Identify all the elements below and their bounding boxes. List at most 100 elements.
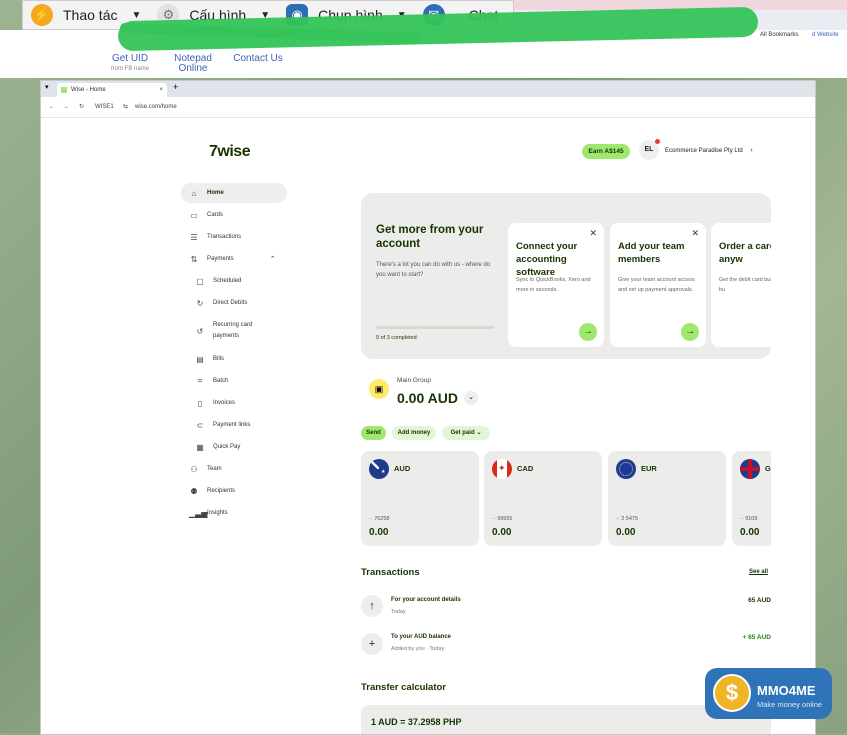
url-field[interactable]: wise.com/home [135, 97, 177, 117]
bookmark-website[interactable]: d Website [812, 32, 839, 38]
thao-tac-label: Thao tác [63, 7, 118, 23]
contact-us-link[interactable]: Contact Us [232, 54, 284, 64]
nav-payment-links[interactable]: ⊂ Payment links [181, 415, 287, 435]
browser-window: ▾ Wise - Home × + ← → ↻ WISE1 ⇆ wise.com… [40, 80, 816, 735]
nav-bills[interactable]: ▤ Bills [181, 349, 287, 369]
promo-card-team[interactable]: ✕ Add your team members Give your team a… [610, 223, 706, 347]
chart-icon: ▁▃▅ [189, 508, 208, 518]
wise-favicon-icon [61, 87, 67, 93]
notification-dot [655, 139, 660, 144]
currency-code: G [765, 464, 771, 473]
arrow-right-icon[interactable]: → [579, 323, 597, 341]
chevron-down-icon: ⌄ [476, 430, 482, 436]
earn-badge[interactable]: Earn A$145 [582, 144, 630, 159]
promo-text: There's a lot you can do with us - where… [376, 262, 491, 278]
company-label: Ecommerce Paradise Pty Ltd [665, 148, 743, 154]
transaction-sub: Added by you · Today [391, 646, 445, 652]
home-icon: ⌂ [191, 188, 197, 198]
dollar-coin-icon: $ [713, 674, 751, 712]
wallet-icon: ▣ [369, 379, 389, 399]
recipients-icon: ⚉ [190, 486, 198, 496]
nav-team[interactable]: ⚇ Team [181, 459, 287, 479]
group-name: Main Group [397, 377, 431, 384]
promo-card-title: Order a card spend anyw [719, 241, 771, 265]
add-money-button[interactable]: Add money [392, 426, 436, 440]
account-number: ·· 76258 [369, 516, 390, 522]
currency-card-gbp[interactable]: G ·· 9109 0.00 [732, 451, 771, 546]
australia-flag-icon: ★ [369, 459, 389, 479]
get-uid-sub: from FB name [110, 66, 149, 72]
card-icon: ▭ [190, 210, 198, 220]
eu-flag-icon [616, 459, 636, 479]
browser-tabbar: ▾ Wise - Home × + [41, 81, 815, 97]
currency-card-eur[interactable]: EUR ·· 2 5475 0.00 [608, 451, 726, 546]
nav-transactions[interactable]: ☰ Transactions [181, 227, 287, 247]
nav-direct-debits[interactable]: ↻ Direct Debits [181, 293, 287, 313]
nav-team-label: Team [207, 466, 222, 472]
close-icon[interactable]: ✕ [589, 228, 597, 239]
chevron-down-icon[interactable]: ⌄ [464, 391, 478, 405]
bill-icon: ▤ [196, 354, 204, 364]
nav-recipients[interactable]: ⚉ Recipients [181, 481, 287, 501]
get-uid-link[interactable]: Get UID from FB name [108, 54, 152, 74]
new-tab-icon[interactable]: + [173, 82, 178, 92]
nav-insights[interactable]: ▁▃▅ Insights [181, 503, 287, 523]
plus-icon: + [361, 633, 383, 655]
currency-card-aud[interactable]: ★ AUD ·· 76258 0.00 [361, 451, 479, 546]
account-number: ·· 2 5475 [616, 516, 639, 522]
see-all-link[interactable]: See all [749, 569, 768, 575]
reload-icon[interactable]: ↻ [79, 97, 84, 117]
nav-payment-links-label: Payment links [213, 422, 251, 428]
nav-quick-pay[interactable]: ▦ Quick Pay [181, 437, 287, 457]
currency-card-cad[interactable]: ✦ CAD ·· 99955 0.00 [484, 451, 602, 546]
nav-cards[interactable]: ▭ Cards [181, 205, 287, 225]
wise-logo[interactable]: 7wise [209, 143, 251, 161]
nav-home-label: Home [207, 190, 224, 196]
watermark-subtitle: Make money online [757, 700, 823, 709]
nav-transactions-label: Transactions [207, 234, 242, 240]
promo-card-order-card[interactable]: Order a card spend anyw Get the debit ca… [711, 223, 771, 347]
nav-batch[interactable]: ⌗ Batch [181, 371, 287, 391]
back-icon[interactable]: ← [49, 97, 55, 117]
list-icon: ☰ [190, 232, 198, 242]
currency-code: AUD [394, 464, 411, 473]
forward-icon[interactable]: → [63, 97, 69, 117]
payments-icon: ⇅ [190, 254, 198, 264]
transaction-title[interactable]: To your AUD balance [391, 634, 451, 640]
tab-wise-home[interactable]: Wise - Home × [57, 83, 167, 97]
transaction-title[interactable]: For your account details [391, 597, 461, 603]
site-settings-icon[interactable]: ⇆ [123, 97, 128, 117]
get-uid-label: Get UID [111, 53, 149, 64]
promo-card-text: Sync to QuickBooks, Xero and more in sec… [516, 277, 591, 293]
nav-payments[interactable]: ⇅ Payments ⌃ [181, 249, 287, 269]
group-balance: 0.00 AUD [397, 390, 458, 406]
nav-quick-pay-label: Quick Pay [213, 444, 241, 450]
close-icon[interactable]: ✕ [691, 228, 699, 239]
nav-invoices[interactable]: ▯ Invoices [181, 393, 287, 413]
invoice-icon: ▯ [197, 398, 203, 408]
currency-balance: 0.00 [369, 527, 389, 538]
nav-recurring-card-payments[interactable]: ↺ Recurring card payments [181, 318, 287, 344]
arrow-right-icon[interactable]: → [681, 323, 699, 341]
notepad-online-link[interactable]: Notepad Online [170, 54, 216, 74]
site-label: WISE1 [95, 104, 114, 110]
currency-balance: 0.00 [616, 527, 636, 538]
exchange-rate: 1 AUD = 37.2958 PHP [371, 717, 462, 727]
link-icon: ⊂ [196, 420, 204, 430]
chevron-up-icon: ⌃ [269, 256, 276, 263]
company-name[interactable]: Ecommerce Paradise Pty Ltd › [665, 147, 753, 154]
close-icon[interactable]: × [159, 83, 163, 97]
recurring-icon: ↺ [196, 326, 204, 336]
all-bookmarks-link[interactable]: All Bookmarks [760, 32, 798, 38]
tab-menu-icon[interactable]: ▾ [45, 83, 49, 91]
send-button[interactable]: Send [361, 426, 386, 440]
transactions-title: Transactions [361, 567, 420, 578]
watermark-title: MMO4ME [757, 683, 816, 698]
nav-home[interactable]: ⌂ Home [181, 183, 287, 203]
nav-scheduled[interactable]: ▢ Scheduled [181, 271, 287, 291]
nav-scheduled-label: Scheduled [213, 278, 242, 284]
chevron-down-icon: ▼ [131, 9, 142, 21]
get-paid-button[interactable]: Get paid ⌄ [442, 426, 490, 440]
promo-card-title: Connect your accounting software [516, 241, 578, 278]
promo-card-accounting[interactable]: ✕ Connect your accounting software Sync … [508, 223, 604, 347]
